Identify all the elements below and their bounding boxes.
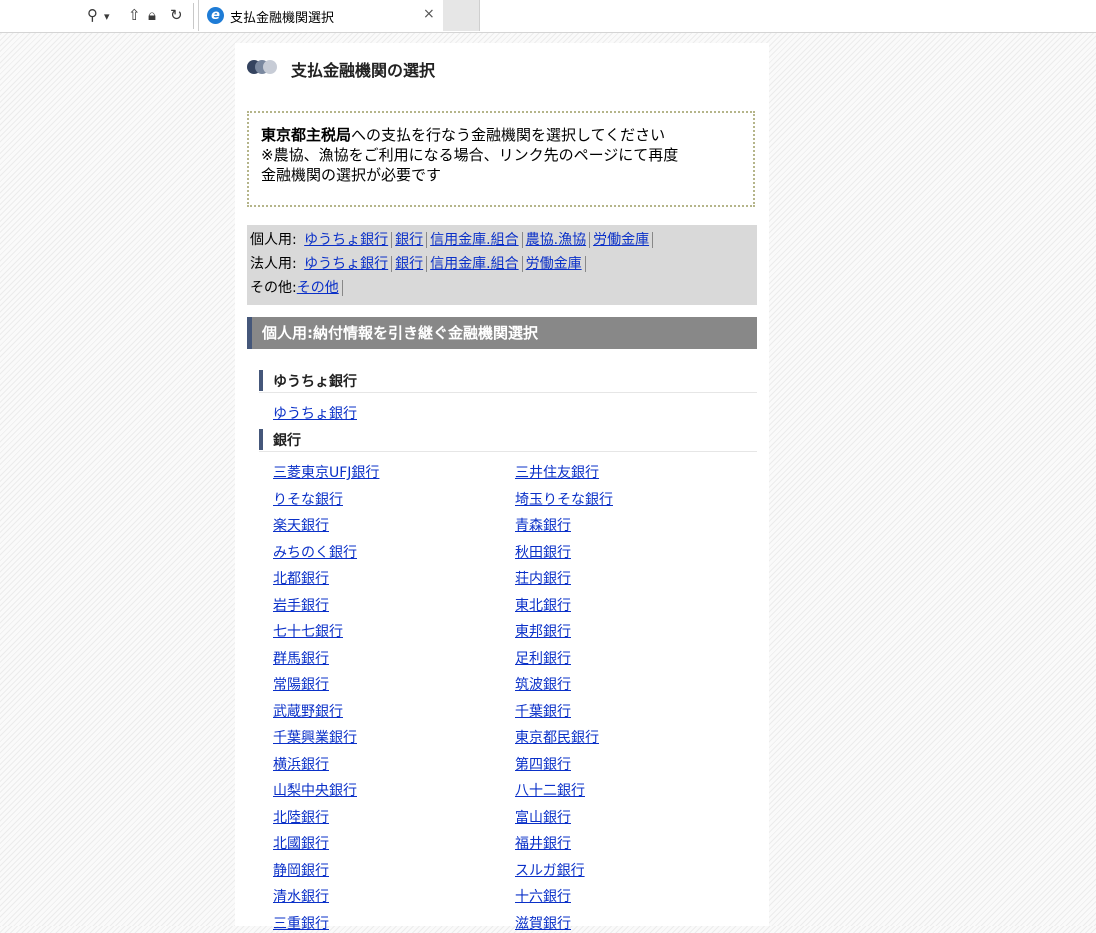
bank-link[interactable]: 北國銀行 (273, 833, 329, 853)
bank-link[interactable]: 筑波銀行 (515, 674, 571, 694)
share-icon[interactable]: ⇧ (128, 6, 141, 24)
tab-title: 支払金融機関選択 (230, 11, 335, 26)
yucho-bank-link[interactable]: ゆうちょ銀行 (273, 403, 357, 423)
bank-link[interactable]: 静岡銀行 (273, 860, 329, 880)
subheading-marker (259, 429, 263, 450)
nav-corporate-rokin[interactable]: 労働金庫 (522, 256, 586, 272)
bank-link[interactable]: 埼玉りそな銀行 (515, 489, 613, 509)
address-bar-tail[interactable] (0, 0, 196, 31)
toolbar-divider (193, 3, 194, 29)
nav-personal-nokyo[interactable]: 農協.漁協 (522, 232, 591, 248)
bank-link[interactable]: 千葉銀行 (515, 701, 571, 721)
bank-link[interactable]: 横浜銀行 (273, 754, 329, 774)
bank-link[interactable]: 青森銀行 (515, 515, 571, 535)
bank-link[interactable]: 足利銀行 (515, 648, 571, 668)
bank-link[interactable]: 武蔵野銀行 (273, 701, 343, 721)
nav-other-row: その他:その他 (250, 276, 757, 300)
notice-text2: ※農協、漁協をご利用になる場合、リンク先のページにて再度 (261, 146, 679, 164)
nav-other-label: その他: (250, 280, 297, 296)
refresh-icon[interactable]: ↻ (170, 6, 183, 24)
bank-subheading: 銀行 (259, 428, 757, 452)
bank-link[interactable]: 千葉興業銀行 (273, 727, 357, 747)
bank-link[interactable]: 秋田銀行 (515, 542, 571, 562)
page-content: 支払金融機関の選択 東京都主税局への支払を行なう金融機関を選択してください ※農… (235, 43, 769, 932)
dropdown-arrow-icon[interactable]: ▾ (104, 8, 110, 26)
nav-personal-rokin[interactable]: 労働金庫 (590, 232, 654, 248)
notice-text3: 金融機関の選択が必要です (261, 166, 442, 184)
nav-corporate-row: 法人用: ゆうちょ銀行 銀行 信用金庫.組合 労働金庫 (250, 252, 757, 276)
bank-link[interactable]: スルガ銀行 (515, 860, 585, 880)
bank-link[interactable]: 群馬銀行 (273, 648, 329, 668)
title-circles-icon (247, 60, 283, 74)
bank-link[interactable]: 三重銀行 (273, 913, 329, 933)
bank-link[interactable]: 清水銀行 (273, 886, 329, 906)
nav-other-link[interactable]: その他 (296, 280, 343, 296)
bank-link[interactable]: 山梨中央銀行 (273, 780, 357, 800)
bank-link[interactable]: 東京都民銀行 (515, 727, 599, 747)
yucho-subheading-text: ゆうちょ銀行 (273, 374, 357, 390)
bank-link[interactable]: 岩手銀行 (273, 595, 329, 615)
section-title-bar: 個人用:納付情報を引き継ぐ金融機関選択 (247, 317, 757, 349)
nav-personal-label: 個人用: (250, 232, 297, 248)
bank-link[interactable]: 滋賀銀行 (515, 913, 571, 933)
bank-link[interactable]: 三菱東京UFJ銀行 (273, 462, 379, 482)
ie-logo-icon: e (207, 7, 224, 24)
browser-tab[interactable]: e 支払金融機関選択 × (198, 0, 444, 31)
yucho-subheading: ゆうちょ銀行 (259, 369, 757, 393)
notice-box: 東京都主税局への支払を行なう金融機関を選択してください ※農協、漁協をご利用にな… (247, 111, 755, 207)
bank-link[interactable]: 福井銀行 (515, 833, 571, 853)
lock-icon[interactable]: 🔒︎ (148, 6, 156, 24)
nav-corporate-bank[interactable]: 銀行 (392, 256, 428, 272)
bank-link[interactable]: 常陽銀行 (273, 674, 329, 694)
bank-link[interactable]: りそな銀行 (273, 489, 343, 509)
nav-personal-shinkin[interactable]: 信用金庫.組合 (427, 232, 523, 248)
bank-link[interactable]: 八十二銀行 (515, 780, 585, 800)
category-nav: 個人用: ゆうちょ銀行 銀行 信用金庫.組合 農協.漁協 労働金庫 法人用: ゆうちょ銀… (247, 225, 757, 305)
bank-link[interactable]: 北陸銀行 (273, 807, 329, 827)
bank-link[interactable]: 東北銀行 (515, 595, 571, 615)
nav-corporate-shinkin[interactable]: 信用金庫.組合 (427, 256, 523, 272)
nav-personal-bank[interactable]: 銀行 (392, 232, 428, 248)
bank-link[interactable]: 北都銀行 (273, 568, 329, 588)
search-icon[interactable]: ⚲ (87, 6, 98, 24)
bank-link[interactable]: 荘内銀行 (515, 568, 571, 588)
nav-personal-yucho[interactable]: ゆうちょ銀行 (301, 232, 393, 248)
notice-text1: への支払を行なう金融機関を選択してください (351, 126, 666, 144)
bank-link[interactable]: みちのく銀行 (273, 542, 357, 562)
bank-link[interactable]: 第四銀行 (515, 754, 571, 774)
notice-bold: 東京都主税局 (261, 126, 352, 144)
nav-corporate-yucho[interactable]: ゆうちょ銀行 (301, 256, 393, 272)
browser-toolbar: ⚲ ▾ ⇧ 🔒︎ ↻ e 支払金融機関選択 × (0, 0, 1096, 33)
nav-corporate-label: 法人用: (250, 256, 297, 272)
subheading-marker (259, 370, 263, 391)
bank-link[interactable]: 富山銀行 (515, 807, 571, 827)
bank-link[interactable]: 楽天銀行 (273, 515, 329, 535)
new-tab-button[interactable] (443, 0, 480, 31)
bank-link[interactable]: 十六銀行 (515, 886, 571, 906)
nav-personal-row: 個人用: ゆうちょ銀行 銀行 信用金庫.組合 農協.漁協 労働金庫 (250, 228, 757, 252)
bank-link[interactable]: 三井住友銀行 (515, 462, 599, 482)
bank-link[interactable]: 東邦銀行 (515, 621, 571, 641)
bank-link[interactable]: 七十七銀行 (273, 621, 343, 641)
bank-subheading-text: 銀行 (273, 433, 301, 449)
page-title: 支払金融機関の選択 (291, 61, 436, 80)
close-tab-icon[interactable]: × (423, 6, 435, 22)
